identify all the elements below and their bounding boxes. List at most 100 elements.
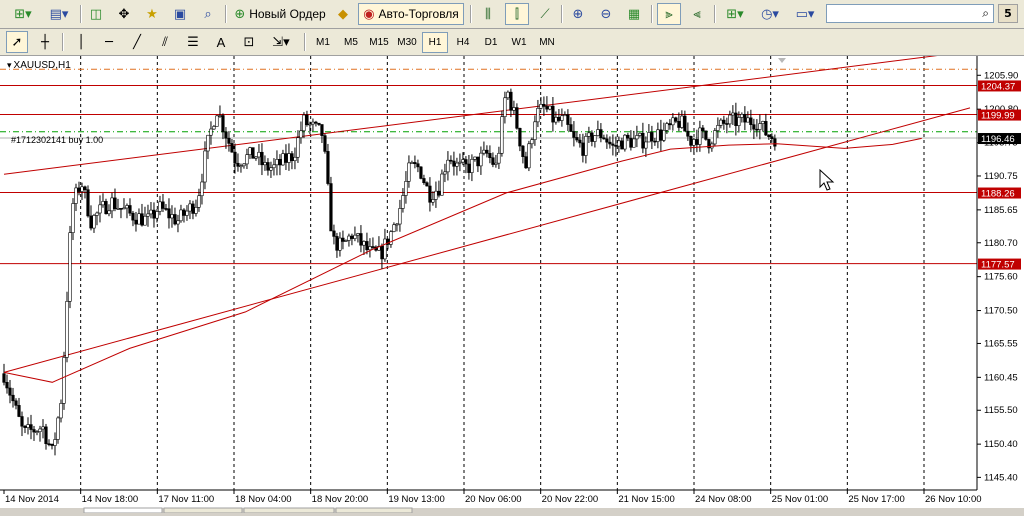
candlestick-chart-button[interactable]: ⫿ bbox=[505, 3, 529, 25]
arrows-icon: ⇲▾ bbox=[272, 34, 290, 50]
equidistant-channel-button[interactable]: ⫽ bbox=[154, 31, 176, 53]
indicators-button[interactable]: ⊞▾ bbox=[720, 3, 750, 25]
toolbar-separator bbox=[304, 33, 306, 51]
toolbar-separator bbox=[470, 5, 472, 23]
chart-tab[interactable] bbox=[163, 507, 243, 514]
candle bbox=[515, 103, 519, 130]
chart-tab[interactable] bbox=[243, 507, 335, 514]
text-icon: A bbox=[216, 34, 226, 50]
market-watch-icon: ◫ bbox=[89, 6, 103, 22]
metaeditor-button[interactable]: ◆ bbox=[332, 3, 354, 25]
zoom-out-button[interactable]: ⊖ bbox=[595, 3, 617, 25]
horizontal-line-button[interactable]: ─ bbox=[98, 31, 120, 53]
y-tick-label: 1180.70 bbox=[984, 238, 1018, 249]
timeframe-w1[interactable]: W1 bbox=[506, 32, 532, 53]
candle bbox=[500, 110, 504, 157]
price-chart[interactable]: 1145.40 1150.40 1155.50 1160.45 1165.55 1170.… bbox=[0, 50, 1024, 514]
profiles-button[interactable]: ▤▾ bbox=[44, 3, 74, 25]
bar-chart-button[interactable]: ⫼ bbox=[477, 3, 499, 25]
new-order-icon: ⊕ bbox=[234, 6, 246, 22]
clock-icon: ◷▾ bbox=[761, 6, 779, 22]
chart-window[interactable]: 1145.40 1150.40 1155.50 1160.45 1165.55 1170.… bbox=[0, 50, 1024, 514]
auto-scroll-icon: ⫸ bbox=[665, 6, 673, 22]
timeframe-m1[interactable]: M1 bbox=[310, 32, 336, 53]
timeframe-mn[interactable]: MN bbox=[534, 32, 560, 53]
timeframe-m30[interactable]: M30 bbox=[394, 32, 420, 53]
candle bbox=[62, 351, 66, 410]
zoom-in-icon: ⊕ bbox=[572, 6, 584, 22]
line-chart-button[interactable]: ⟋ bbox=[534, 3, 556, 25]
terminal-icon: ▣ bbox=[173, 6, 187, 22]
terminal-button[interactable]: ▣ bbox=[169, 3, 191, 25]
periods-button[interactable]: ◷▾ bbox=[755, 3, 785, 25]
x-tick-label: 20 Nov 22:00 bbox=[542, 494, 599, 505]
tester-button[interactable]: ⌕ bbox=[197, 3, 219, 25]
x-tick-label: 26 Nov 10:00 bbox=[925, 494, 982, 505]
x-tick-label: 25 Nov 01:00 bbox=[772, 494, 829, 505]
order-label: #1712302141 buy 1.00 bbox=[11, 135, 103, 145]
cursor-tool-button[interactable]: ➚ bbox=[6, 31, 28, 53]
current-price-label: 1196.46 bbox=[981, 134, 1015, 145]
fibonacci-icon: ☰ bbox=[187, 34, 199, 50]
chart-tab[interactable] bbox=[335, 507, 413, 514]
tile-windows-button[interactable]: ▦ bbox=[623, 3, 645, 25]
y-tick-label: 1160.45 bbox=[984, 372, 1018, 383]
text-tool-button[interactable]: A bbox=[210, 31, 232, 53]
chart-tab[interactable] bbox=[83, 507, 163, 514]
x-tick-label: 18 Nov 20:00 bbox=[312, 494, 369, 505]
new-order-button[interactable]: ⊕ Новый Ордер bbox=[232, 3, 328, 25]
zoom-in-button[interactable]: ⊕ bbox=[567, 3, 589, 25]
auto-trading-label: Авто-Торговля bbox=[378, 7, 459, 21]
search-input[interactable]: ⌕ bbox=[826, 4, 994, 23]
text-label-button[interactable]: ⊡ bbox=[238, 31, 260, 53]
timeframe-m15[interactable]: M15 bbox=[366, 32, 392, 53]
new-order-label: Новый Ордер bbox=[249, 7, 326, 21]
trendline-icon: ╱ bbox=[133, 34, 141, 50]
new-chart-button[interactable]: ⊞▾ bbox=[6, 3, 40, 25]
channel-icon: ⫽ bbox=[162, 34, 168, 50]
candle bbox=[251, 147, 255, 159]
cursor-icon: ➚ bbox=[11, 34, 23, 50]
horizontal-line-icon: ─ bbox=[105, 34, 113, 50]
symbol-dropdown-icon[interactable]: ▾ bbox=[7, 60, 12, 70]
main-toolbar: ⊞▾ ▤▾ ◫ ✥ ★ ▣ ⌕ ⊕ Новый Ордер ◆ ◉ Авто-Тор… bbox=[0, 0, 1024, 29]
timeframe-h4[interactable]: H4 bbox=[450, 32, 476, 53]
level-price-label: 1199.99 bbox=[981, 111, 1015, 122]
y-tick-label: 1190.75 bbox=[984, 171, 1018, 182]
navigator-button[interactable]: ★ bbox=[141, 3, 163, 25]
zoom-out-icon: ⊖ bbox=[600, 6, 612, 22]
timeframe-h1[interactable]: H1 bbox=[422, 32, 448, 53]
fibonacci-button[interactable]: ☰ bbox=[182, 31, 204, 53]
x-tick-label: 24 Nov 08:00 bbox=[695, 494, 752, 505]
data-window-button[interactable]: ✥ bbox=[113, 3, 135, 25]
candle bbox=[68, 225, 72, 309]
vertical-line-button[interactable]: │ bbox=[70, 31, 92, 53]
x-tick-label: 18 Nov 04:00 bbox=[235, 494, 292, 505]
timeframe-m5[interactable]: M5 bbox=[338, 32, 364, 53]
toolbar-separator bbox=[62, 33, 64, 51]
crosshair-tool-button[interactable]: ┼ bbox=[34, 31, 56, 53]
arrows-menu-button[interactable]: ⇲▾ bbox=[266, 31, 296, 53]
auto-trading-icon: ◉ bbox=[363, 6, 375, 22]
chart-shift-icon: ⫷ bbox=[693, 6, 701, 22]
level-price-label: 1204.37 bbox=[981, 81, 1015, 92]
auto-trading-button[interactable]: ◉ Авто-Торговля bbox=[358, 3, 464, 25]
candle bbox=[56, 416, 60, 444]
candle bbox=[527, 140, 531, 172]
candle bbox=[65, 291, 69, 363]
chart-shift-button[interactable]: ⫷ bbox=[686, 3, 708, 25]
y-tick-label: 1155.50 bbox=[984, 405, 1018, 416]
timeframe-d1[interactable]: D1 bbox=[478, 32, 504, 53]
trendline-button[interactable]: ╱ bbox=[126, 31, 148, 53]
candle bbox=[323, 133, 327, 154]
x-tick-label: 14 Nov 2014 bbox=[5, 494, 59, 505]
y-tick-label: 1165.55 bbox=[984, 338, 1018, 349]
crosshair-icon: ┼ bbox=[41, 34, 49, 50]
templates-button[interactable]: ▭▾ bbox=[790, 3, 820, 25]
help-button[interactable]: 5 bbox=[998, 4, 1018, 23]
y-tick-label: 1175.60 bbox=[984, 272, 1018, 283]
auto-scroll-button[interactable]: ⫸ bbox=[657, 3, 681, 25]
market-watch-button[interactable]: ◫ bbox=[85, 3, 107, 25]
toolbar-separator bbox=[225, 5, 227, 23]
search-icon[interactable]: ⌕ bbox=[982, 6, 989, 21]
